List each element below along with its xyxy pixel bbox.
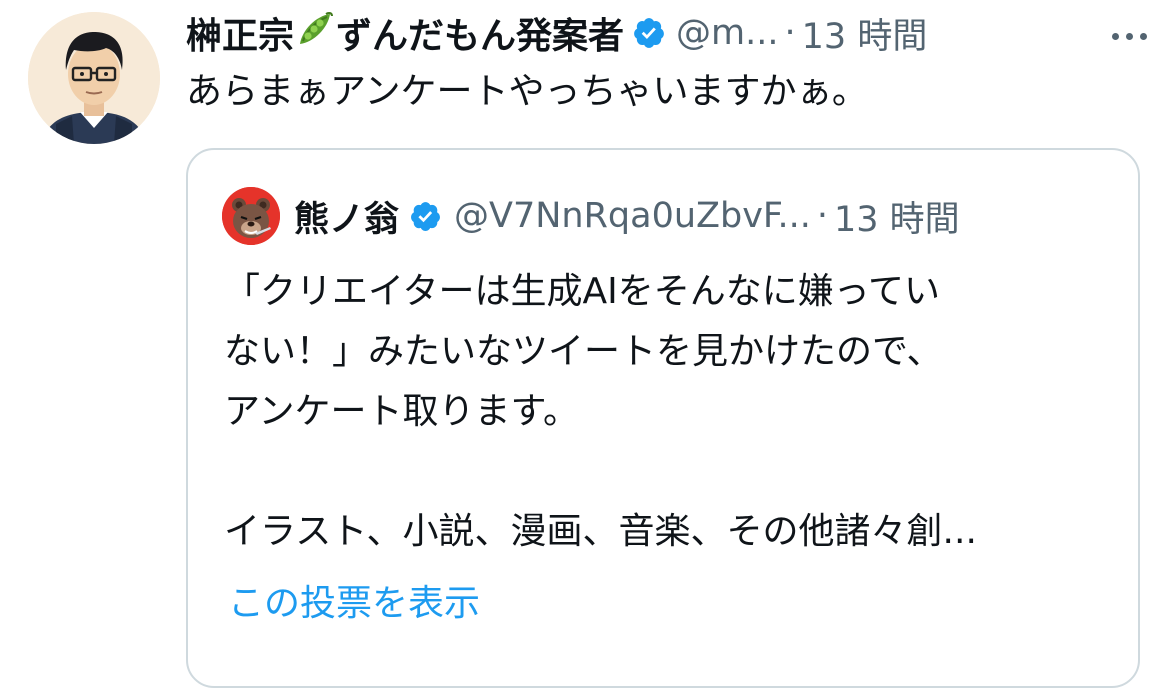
quoted-tweet-timestamp[interactable]: 13 時間	[834, 191, 960, 242]
pea-pod-emoji-icon	[296, 10, 334, 48]
quoted-separator-dot: ·	[816, 196, 828, 236]
quoted-text-line	[224, 442, 1124, 502]
view-poll-link[interactable]: この投票を表示	[228, 574, 480, 626]
author-handle[interactable]: @m...	[676, 13, 778, 53]
quoted-author-avatar[interactable]	[222, 187, 280, 245]
quoted-verified-badge-icon	[409, 200, 442, 233]
more-dot	[1140, 32, 1147, 40]
quoted-text-line: ない！」みたいなツイートを見かけたので、	[224, 331, 943, 372]
tweet-timestamp[interactable]: 13 時間	[802, 8, 928, 59]
tweet-text: あらまぁアンケートやっちゃいますかぁ。	[186, 71, 868, 112]
author-name-prefix: 榊正宗	[186, 16, 295, 57]
more-dot	[1112, 32, 1119, 40]
quoted-author-handle[interactable]: @V7NnRqa0uZbvF...	[454, 196, 811, 236]
author-name-suffix: ずんだもん発案者	[336, 16, 625, 57]
separator-dot: ·	[784, 13, 796, 53]
tweet-header: 榊正宗 ずんだもん発案者 @m... · 13 時間	[186, 8, 1146, 58]
more-dot	[1126, 32, 1133, 40]
quoted-tweet-card[interactable]: 熊ノ翁 @V7NnRqa0uZbvF... · 13 時間 「クリエイターは生成…	[186, 148, 1140, 688]
quoted-author-display-name[interactable]: 熊ノ翁	[294, 191, 399, 242]
quoted-tweet-text: 「クリエイターは生成AIをそんなに嫌ってい ない！」みたいなツイートを見かけたの…	[224, 262, 1124, 562]
quoted-text-line: イラスト、小説、漫画、音楽、その他諸々創...	[224, 511, 977, 552]
quoted-tweet-header: 熊ノ翁 @V7NnRqa0uZbvF... · 13 時間	[222, 187, 960, 245]
quoted-text-line: アンケート取ります。	[224, 391, 579, 432]
more-dots-icon[interactable]	[1112, 16, 1147, 56]
verified-badge-icon	[632, 16, 666, 50]
author-avatar[interactable]	[28, 12, 160, 144]
author-display-name[interactable]: 榊正宗 ずんだもん発案者	[186, 7, 624, 59]
quoted-text-line: 「クリエイターは生成AIをそんなに嫌ってい	[224, 271, 941, 312]
